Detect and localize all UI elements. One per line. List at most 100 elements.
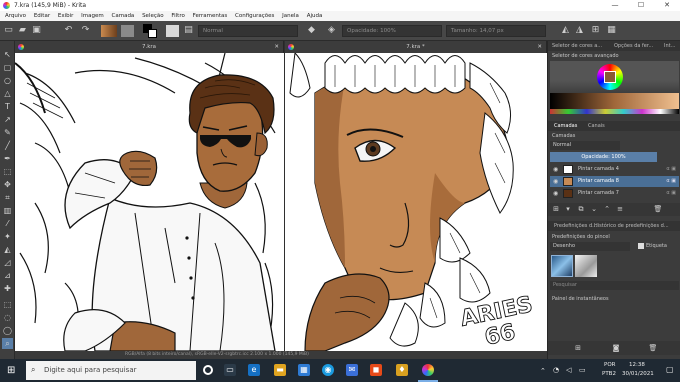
canvas-right[interactable]: ARIES 66 [285, 53, 547, 351]
edit-shapes-icon[interactable]: ↗ [2, 114, 13, 125]
preset-search-input[interactable]: Pesquisar [550, 281, 679, 290]
clock-date[interactable]: 30/01/2021 [622, 371, 654, 377]
gradient-swatch[interactable] [101, 25, 117, 37]
tab-tool-options[interactable]: Opções da fer... [614, 41, 653, 51]
tray-expand-icon[interactable]: ⌃ [540, 367, 546, 375]
layer-flags-icon[interactable]: α ▣ [666, 164, 676, 175]
color-history-strip[interactable] [550, 109, 679, 114]
menu-ferramentas[interactable]: Ferramentas [193, 11, 228, 21]
crop-tool-icon[interactable]: ⌗ [2, 192, 13, 203]
taskbar-search-input[interactable]: Digite aqui para pesquisar [26, 361, 196, 380]
layer-flags-icon[interactable]: α ▣ [666, 188, 676, 199]
brush-preset-pencil[interactable] [575, 255, 597, 277]
elliptical-select-icon[interactable]: ◌ [2, 312, 13, 323]
rectangular-select-icon[interactable]: ⬚ [2, 299, 13, 310]
brush-settings-icon[interactable]: ▤ [183, 25, 194, 36]
menu-janela[interactable]: Janela [282, 11, 299, 21]
tab-preset-history[interactable]: Histórico de predefinições d... [594, 221, 669, 231]
transform-tool-icon[interactable]: ⬚ [2, 166, 13, 177]
tab-layers[interactable]: Camadas [554, 121, 577, 131]
line-tool-icon[interactable]: ╱ [2, 140, 13, 151]
pattern-icon[interactable]: ▦ [606, 25, 617, 36]
tag-checkbox[interactable] [638, 243, 644, 249]
shade-selector[interactable] [550, 93, 679, 109]
calligraphy-icon[interactable]: ✒ [2, 153, 13, 164]
menu-ajuda[interactable]: Ajuda [307, 11, 323, 21]
close-tab-icon[interactable]: ✕ [537, 41, 542, 53]
volume-icon[interactable]: ◁ [566, 366, 571, 374]
battery-icon[interactable]: ▭ [579, 366, 586, 374]
doc-tab-left[interactable]: 7.kra ✕ [15, 41, 284, 53]
tab-channels[interactable]: Canais [588, 121, 605, 131]
edge-icon[interactable]: e [248, 364, 260, 376]
reference-tool-icon[interactable]: ✚ [2, 283, 13, 294]
eraser-icon[interactable]: ◆ [306, 25, 317, 36]
layer-properties-icon[interactable]: ≡ [615, 204, 625, 214]
opacity-slider[interactable]: Opacidade: 100% [342, 25, 442, 37]
eye-icon[interactable]: ◉ [553, 188, 558, 199]
select-shapes-icon[interactable]: ↖ [2, 49, 13, 60]
freehand-brush-icon[interactable]: ✎ [2, 127, 13, 138]
tab-brush-presets[interactable]: Predefinições d... [554, 221, 597, 231]
color-picker-icon[interactable]: ⁄ [2, 218, 13, 229]
camera-icon[interactable]: ◙ [611, 343, 621, 353]
add-snapshot-icon[interactable]: ⊞ [573, 343, 583, 353]
eye-icon[interactable]: ◉ [553, 164, 558, 175]
move-tool-icon[interactable]: ✥ [2, 179, 13, 190]
color-triangle[interactable] [604, 71, 616, 83]
background-color-swatch[interactable] [148, 29, 157, 38]
duplicate-layer-icon[interactable]: ⧉ [576, 204, 586, 214]
redo-icon[interactable]: ↷ [80, 25, 91, 36]
menu-camada[interactable]: Camada [112, 11, 135, 21]
add-layer-icon[interactable]: ⊞ [551, 204, 561, 214]
menu-configuracoes[interactable]: Configurações [235, 11, 274, 21]
text-tool-icon[interactable]: T [2, 101, 13, 112]
save-icon[interactable]: ▣ [31, 25, 42, 36]
mirror-vertical-icon[interactable]: ◮ [574, 25, 585, 36]
layer-dropdown-icon[interactable]: ▾ [563, 204, 573, 214]
pattern-swatch[interactable] [121, 25, 134, 37]
freehand-select-icon[interactable]: ◯ [2, 325, 13, 336]
network-icon[interactable]: ◔ [553, 366, 559, 374]
wrap-around-icon[interactable]: ⊞ [590, 25, 601, 36]
clock-time[interactable]: 12:38 [629, 362, 645, 368]
layer-opacity-slider[interactable]: Opacidade: 100% [550, 152, 657, 162]
language-code[interactable]: POR [604, 362, 615, 368]
measure-tool-icon[interactable]: ⊿ [2, 270, 13, 281]
new-document-icon[interactable]: ▭ [3, 25, 14, 36]
menu-arquivo[interactable]: Arquivo [5, 11, 26, 21]
delete-snapshot-icon[interactable]: 🗑 [648, 343, 658, 353]
minimize-button[interactable]: — [604, 0, 626, 11]
preset-category-select[interactable]: Desenho [550, 242, 630, 251]
cortana-icon[interactable] [203, 365, 213, 375]
canvas-left[interactable] [15, 53, 284, 351]
mail-icon[interactable]: ✉ [346, 364, 358, 376]
assistant-tool-icon[interactable]: ◿ [2, 257, 13, 268]
polygon-tool-icon[interactable]: △ [2, 88, 13, 99]
close-button[interactable]: ✕ [656, 0, 678, 11]
mirror-horizontal-icon[interactable]: ◭ [560, 25, 571, 36]
keyboard-layout[interactable]: PTB2 [602, 371, 616, 377]
gradient-tool-icon[interactable]: ▥ [2, 205, 13, 216]
move-up-icon[interactable]: ⌃ [602, 204, 612, 214]
menu-exibir[interactable]: Exibir [58, 11, 74, 21]
notification-icon[interactable]: ▢ [666, 365, 674, 374]
rectangle-tool-icon[interactable]: ▢ [2, 62, 13, 73]
menu-editar[interactable]: Editar [34, 11, 50, 21]
smart-patch-icon[interactable]: ✦ [2, 231, 13, 242]
preserve-alpha-icon[interactable]: ◈ [326, 25, 337, 36]
menu-selecao[interactable]: Seleção [142, 11, 164, 21]
blend-mode-select[interactable]: Normal [198, 25, 298, 37]
maximize-button[interactable]: ☐ [630, 0, 652, 11]
zoom-tool-icon[interactable]: ⌕ [2, 338, 13, 349]
ellipse-tool-icon[interactable]: ○ [2, 75, 13, 86]
tab-advanced-color[interactable]: Seletor de cores a... [552, 41, 602, 51]
layer-blend-mode-select[interactable]: Normal [550, 141, 620, 150]
layer-row[interactable]: ◉ Pintar camada 7 α ▣ [550, 188, 679, 199]
file-explorer-icon[interactable]: ▬ [274, 364, 286, 376]
menu-imagem[interactable]: Imagem [81, 11, 104, 21]
shield-app-icon[interactable]: ♦ [396, 364, 408, 376]
brush-size-slider[interactable]: Tamanho: 14,07 px [446, 25, 546, 37]
move-down-icon[interactable]: ⌄ [589, 204, 599, 214]
layer-row-active[interactable]: ◉ Pintar camada 8 α ▣ [550, 176, 679, 187]
